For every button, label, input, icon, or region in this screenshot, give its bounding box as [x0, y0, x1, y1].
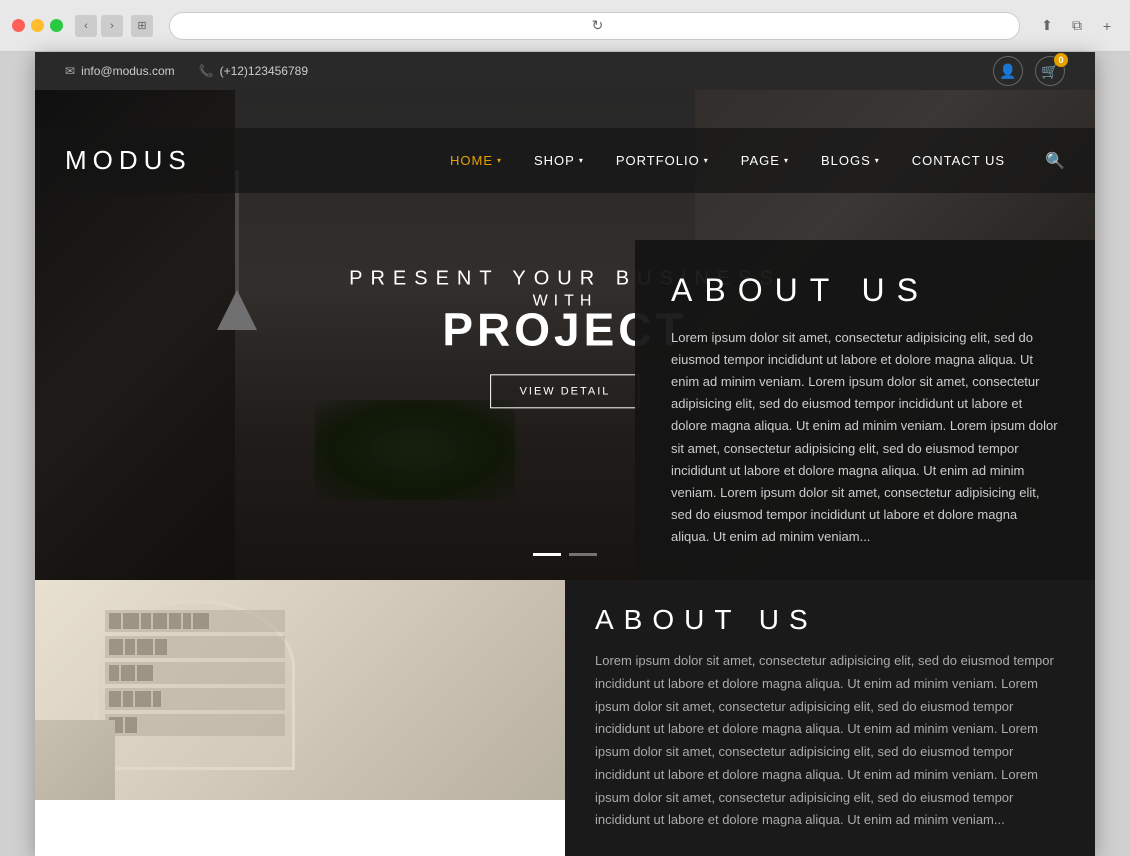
room-image	[35, 580, 565, 800]
email-icon: ✉	[65, 64, 75, 78]
nav-page-arrow: ▾	[784, 156, 789, 165]
nav-portfolio[interactable]: PORTFOLIO ▾	[616, 153, 709, 168]
book	[109, 665, 119, 681]
book	[183, 613, 191, 629]
user-icon-button[interactable]: 👤	[993, 56, 1023, 86]
below-fold-section: ABOUT US Lorem ipsum dolor sit amet, con…	[35, 580, 1095, 856]
book	[153, 613, 167, 629]
slide-indicators	[533, 553, 597, 556]
below-fold-about: ABOUT US Lorem ipsum dolor sit amet, con…	[565, 580, 1095, 856]
share-icon[interactable]: ⬆	[1036, 15, 1058, 37]
book	[121, 665, 135, 681]
forward-button[interactable]: ›	[101, 15, 123, 37]
below-about-text: Lorem ipsum dolor sit amet, consectetur …	[595, 650, 1065, 832]
nav-portfolio-arrow: ▾	[704, 156, 709, 165]
website-container: ✉ info@modus.com 📞 (+12)123456789 👤 🛒 0	[35, 52, 1095, 856]
nav-portfolio-label: PORTFOLIO	[616, 153, 700, 168]
email-item: ✉ info@modus.com	[65, 64, 175, 78]
nav-blogs-label: BLOGS	[821, 153, 871, 168]
main-nav: MODUS HOME ▾ SHOP ▾ PORTFOLIO ▾ PAGE ▾	[35, 128, 1095, 193]
book	[135, 691, 151, 707]
book	[125, 639, 135, 655]
book	[109, 639, 123, 655]
book	[141, 613, 151, 629]
book	[137, 665, 153, 681]
book	[123, 613, 139, 629]
phone-text: (+12)123456789	[220, 64, 308, 78]
nav-home-label: HOME	[450, 153, 493, 168]
stair-element	[35, 720, 115, 800]
email-text: info@modus.com	[81, 64, 175, 78]
book	[153, 691, 161, 707]
browser-chrome: ‹ › ⊞ ↻ ⬆ ⧉ +	[0, 0, 1130, 52]
about-title: ABOUT US	[671, 272, 1059, 309]
book	[155, 639, 167, 655]
duplicate-icon[interactable]: ⧉	[1066, 15, 1088, 37]
nav-page[interactable]: PAGE ▾	[741, 153, 789, 168]
back-button[interactable]: ‹	[75, 15, 97, 37]
phone-icon: 📞	[199, 64, 214, 78]
shelf-4	[105, 688, 285, 710]
address-bar[interactable]: ↻	[169, 12, 1020, 40]
nav-contact-label: CONTACT US	[912, 153, 1005, 168]
nav-shop[interactable]: SHOP ▾	[534, 153, 584, 168]
book	[109, 691, 121, 707]
site-logo[interactable]: MODUS	[65, 145, 192, 176]
nav-home[interactable]: HOME ▾	[450, 153, 502, 168]
nav-shop-label: SHOP	[534, 153, 575, 168]
top-bar-left: ✉ info@modus.com 📞 (+12)123456789	[65, 64, 308, 78]
nav-home-arrow: ▾	[497, 156, 502, 165]
browser-actions: ⬆ ⧉ +	[1036, 15, 1118, 37]
book	[125, 717, 137, 733]
browser-nav-arrows: ‹ ›	[75, 15, 123, 37]
book	[109, 613, 121, 629]
about-text: Lorem ipsum dolor sit amet, consectetur …	[671, 327, 1059, 548]
phone-item: 📞 (+12)123456789	[199, 64, 308, 78]
nav-page-label: PAGE	[741, 153, 780, 168]
slide-dot-2[interactable]	[569, 553, 597, 556]
shelf-1	[105, 610, 285, 632]
fullscreen-button[interactable]	[50, 19, 63, 32]
book	[123, 691, 133, 707]
refresh-icon[interactable]: ↻	[592, 17, 604, 34]
traffic-lights	[12, 19, 63, 32]
hero-section: MODUS HOME ▾ SHOP ▾ PORTFOLIO ▾ PAGE ▾	[35, 90, 1095, 580]
cart-badge: 0	[1054, 53, 1068, 67]
nav-contact[interactable]: CONTACT US	[912, 153, 1005, 168]
slide-dot-1[interactable]	[533, 553, 561, 556]
nav-items: HOME ▾ SHOP ▾ PORTFOLIO ▾ PAGE ▾ BLOGS	[450, 151, 1065, 171]
shelf-3	[105, 662, 285, 684]
below-about-title: ABOUT US	[595, 604, 1065, 636]
book	[193, 613, 209, 629]
close-button[interactable]	[12, 19, 25, 32]
top-bar-right: 👤 🛒 0	[993, 56, 1065, 86]
minimize-button[interactable]	[31, 19, 44, 32]
below-fold-image	[35, 580, 565, 800]
about-section-overlay: ABOUT US Lorem ipsum dolor sit amet, con…	[635, 240, 1095, 580]
top-bar: ✉ info@modus.com 📞 (+12)123456789 👤 🛒 0	[35, 52, 1095, 90]
add-tab-icon[interactable]: +	[1096, 15, 1118, 37]
cart-icon-button[interactable]: 🛒 0	[1035, 56, 1065, 86]
shelves-element	[105, 610, 285, 740]
nav-blogs[interactable]: BLOGS ▾	[821, 153, 880, 168]
tab-grid-button[interactable]: ⊞	[131, 15, 153, 37]
nav-shop-arrow: ▾	[579, 156, 584, 165]
nav-blogs-arrow: ▾	[875, 156, 880, 165]
shelf-2	[105, 636, 285, 658]
hero-cta-button[interactable]: VIEW DETAIL	[491, 374, 640, 408]
book	[137, 639, 153, 655]
book	[169, 613, 181, 629]
shelf-5	[105, 714, 285, 736]
search-icon[interactable]: 🔍	[1045, 151, 1065, 171]
